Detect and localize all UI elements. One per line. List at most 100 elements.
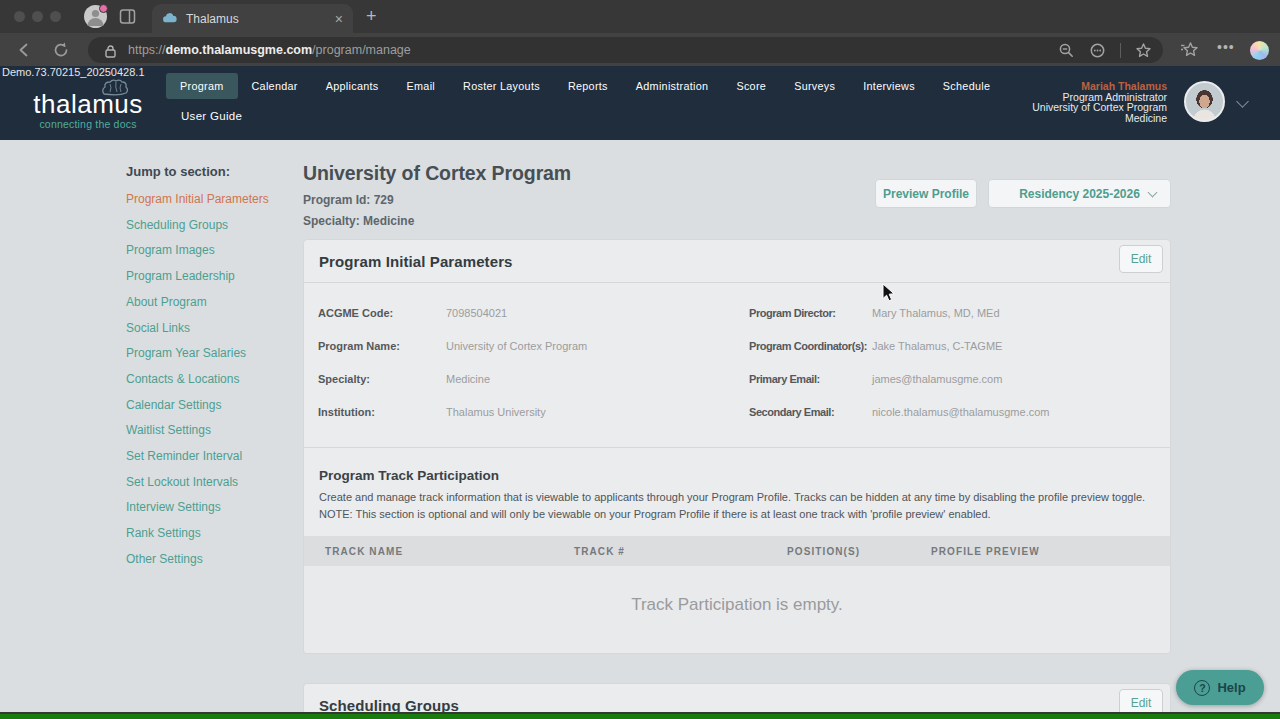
track-col-track: TRACK # [574, 546, 787, 557]
field-label-secondary-email: Secondary Email: [749, 406, 872, 418]
field-value-program-director: Mary Thalamus, MD, MEd [872, 307, 1000, 319]
sidebar-item-social-links[interactable]: Social Links [126, 316, 298, 342]
mouse-cursor [882, 283, 895, 302]
field-value-program-name: University of Cortex Program [446, 340, 587, 352]
track-desc-line2: NOTE: This section is optional and will … [319, 506, 1155, 523]
field-row-acgme-code: ACGME Code:7098504021 [318, 296, 737, 329]
field-value-specialty: Medicine [446, 373, 490, 385]
sidebar-item-about-program[interactable]: About Program [126, 290, 298, 316]
nav-item-user-guide[interactable]: User Guide [181, 110, 242, 122]
user-info[interactable]: Mariah Thalamus Program Administrator Un… [1032, 81, 1167, 123]
nav-item-roster-layouts[interactable]: Roster Layouts [463, 80, 540, 92]
card1-edit-button[interactable]: Edit [1119, 245, 1163, 273]
sidebar-item-program-leadership[interactable]: Program Leadership [126, 264, 298, 290]
nav-item-surveys[interactable]: Surveys [794, 80, 835, 92]
sidebar-item-program-year-salaries[interactable]: Program Year Salaries [126, 341, 298, 367]
build-version-label: Demo.73.70215_20250428.1 [2, 66, 145, 78]
preview-profile-button[interactable]: Preview Profile [875, 179, 977, 208]
sidebar-item-program-initial-parameters[interactable]: Program Initial Parameters [126, 187, 298, 213]
browser-menu-icon[interactable]: ••• [1217, 39, 1235, 55]
window-close-button[interactable] [14, 11, 25, 22]
sidebar-item-set-lockout-intervals[interactable]: Set Lockout Intervals [126, 470, 298, 496]
nav-item-applicants[interactable]: Applicants [326, 80, 379, 92]
nav-item-score[interactable]: Score [736, 80, 766, 92]
track-section-title: Program Track Participation [319, 468, 1155, 483]
field-value-secondary-email: nicole.thalamus@thalamusgme.com [872, 406, 1049, 418]
sidebar-list: Program Initial ParametersScheduling Gro… [126, 187, 298, 573]
field-value-primary-email: james@thalamusgme.com [872, 373, 1002, 385]
sidebar-item-set-reminder-interval[interactable]: Set Reminder Interval [126, 444, 298, 470]
sidebar-item-other-settings[interactable]: Other Settings [126, 547, 298, 573]
track-col-track-name: TRACK NAME [325, 546, 574, 557]
nav-item-email[interactable]: Email [407, 80, 436, 92]
tab-title: Thalamus [186, 12, 335, 26]
jump-to-section-sidebar: Jump to section: Program Initial Paramet… [126, 164, 298, 573]
reload-icon[interactable] [52, 41, 70, 59]
zoom-out-icon[interactable] [1058, 42, 1075, 59]
main-nav: ProgramCalendarApplicantsEmailRoster Lay… [180, 80, 990, 92]
program-initial-parameters-card: Program Initial Parameters Edit ACGME Co… [303, 239, 1171, 654]
season-dropdown[interactable]: Residency 2025-2026 [988, 179, 1171, 208]
url-host: demo.thalamusgme.com [166, 43, 313, 57]
track-col-position-s: POSITION(S) [787, 546, 931, 557]
content-area: University of Cortex Program Program Id:… [303, 160, 1171, 719]
field-row-program-coordinator-s: Program Coordinator(s):Jake Thalamus, C-… [749, 329, 1156, 362]
window-zoom-button[interactable] [50, 11, 61, 22]
url-path: /program/manage [312, 43, 411, 57]
sidebar-item-waitlist-settings[interactable]: Waitlist Settings [126, 418, 298, 444]
new-tab-button[interactable]: + [366, 6, 377, 27]
track-empty-state: Track Participation is empty. [304, 566, 1170, 653]
sidebar-item-scheduling-groups[interactable]: Scheduling Groups [126, 213, 298, 239]
field-label-program-name: Program Name: [318, 340, 446, 352]
nav-item-interviews[interactable]: Interviews [863, 80, 915, 92]
copilot-icon[interactable] [1250, 41, 1269, 60]
sidebar-item-rank-settings[interactable]: Rank Settings [126, 521, 298, 547]
favorites-collections-icon[interactable] [1180, 41, 1198, 59]
app-header: Demo.73.70215_20250428.1 thalamus connec… [0, 66, 1280, 140]
sidebar-item-calendar-settings[interactable]: Calendar Settings [126, 393, 298, 419]
field-row-program-director: Program Director:Mary Thalamus, MD, MEd [749, 296, 1156, 329]
bookmark-star-icon[interactable] [1135, 42, 1152, 59]
field-label-acgme-code: ACGME Code: [318, 307, 446, 319]
main-area: Jump to section: Program Initial Paramet… [0, 140, 1280, 719]
sidebar-item-interview-settings[interactable]: Interview Settings [126, 495, 298, 521]
card1-title: Program Initial Parameters [319, 253, 513, 270]
nav-item-administration[interactable]: Administration [636, 80, 709, 92]
nav-item-reports[interactable]: Reports [568, 80, 608, 92]
logo-tagline: connecting the docs [28, 118, 148, 130]
track-col-profile-preview: PROFILE PREVIEW [931, 546, 1040, 557]
tab-close-icon[interactable]: × [335, 12, 343, 26]
fields-grid: ACGME Code:7098504021 Program Name:Univer… [304, 283, 1170, 428]
user-menu-chevron-icon[interactable] [1236, 95, 1249, 108]
field-label-primary-email: Primary Email: [749, 373, 872, 385]
nav-item-program[interactable]: Program [166, 73, 238, 99]
side-panel-icon[interactable] [119, 8, 136, 25]
window-minimize-button[interactable] [32, 11, 43, 22]
user-avatar[interactable] [1184, 81, 1225, 122]
lock-icon [105, 44, 116, 57]
track-table-header: TRACK NAMETRACK #POSITION(S)PROFILE PREV… [304, 536, 1170, 566]
browser-toolbar: https://demo.thalamusgme.com/program/man… [0, 33, 1280, 66]
sidebar-item-program-images[interactable]: Program Images [126, 238, 298, 264]
season-dropdown-value: Residency 2025-2026 [1019, 187, 1140, 201]
screen: Thalamus × + https://demo.thalamusgme.co… [0, 0, 1280, 719]
field-value-acgme-code: 7098504021 [446, 307, 507, 319]
address-bar[interactable]: https://demo.thalamusgme.com/program/man… [88, 37, 1163, 63]
field-row-institution: Institution:Thalamus University [318, 395, 737, 428]
tab-favicon-cloud-icon [162, 11, 177, 26]
card2-title: Scheduling Groups [319, 697, 459, 714]
back-icon[interactable] [15, 41, 33, 59]
field-row-secondary-email: Secondary Email:nicole.thalamus@thalamus… [749, 395, 1156, 428]
help-button[interactable]: ? Help [1176, 670, 1264, 705]
url-text: https://demo.thalamusgme.com/program/man… [128, 43, 411, 57]
field-label-institution: Institution: [318, 406, 446, 418]
nav-item-schedule[interactable]: Schedule [943, 80, 990, 92]
browser-tab[interactable]: Thalamus × [152, 4, 353, 33]
nav-item-calendar[interactable]: Calendar [252, 80, 298, 92]
browser-profile-avatar[interactable] [84, 5, 107, 28]
thalamus-logo[interactable]: thalamus connecting the docs [28, 91, 148, 130]
sidebar-item-contacts-locations[interactable]: Contacts & Locations [126, 367, 298, 393]
field-label-specialty: Specialty: [318, 373, 446, 385]
track-desc-line1: Create and manage track information that… [319, 489, 1155, 506]
reader-face-icon[interactable] [1089, 42, 1106, 59]
